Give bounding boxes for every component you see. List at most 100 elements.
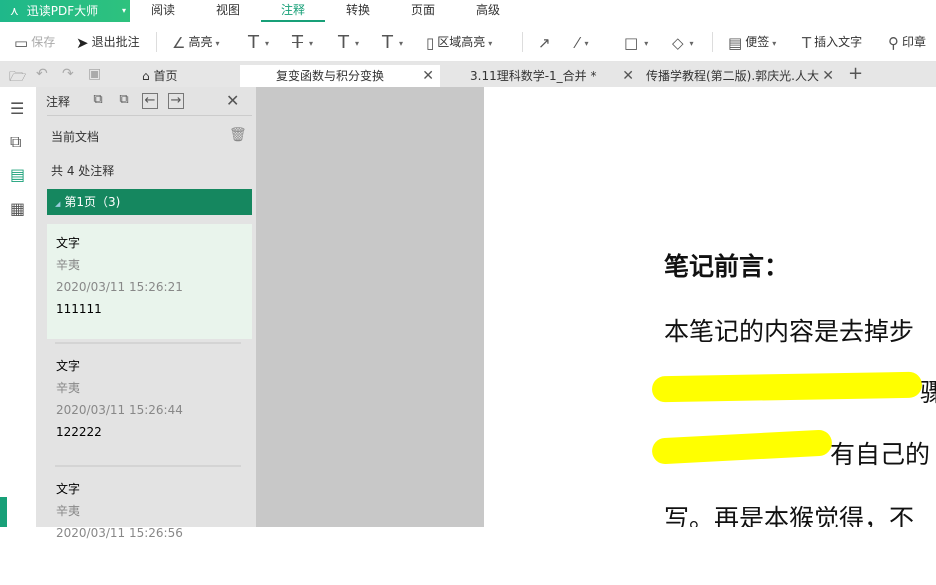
arrow-tool-button[interactable]: ↗	[538, 32, 554, 52]
document-line: 本笔记的内容是去掉步	[664, 317, 915, 346]
undo-icon[interactable]: ↶	[36, 66, 48, 82]
chevron-down-icon: ▾	[488, 39, 493, 48]
menu-tab-page[interactable]: 页面	[391, 0, 455, 22]
close-icon[interactable]: ✕	[822, 65, 834, 87]
redo-icon[interactable]: ↷	[62, 66, 74, 82]
collapse-all-icon[interactable]: ⧉	[116, 93, 132, 109]
document-heading: 笔记前言：	[664, 252, 790, 281]
panel-title: 注释	[46, 95, 71, 109]
document-background: 122222 111111 12222	[256, 87, 679, 527]
tab-label: 传播学教程(第二版).郭庆光.人大	[646, 69, 819, 83]
menu-tab-advanced[interactable]: 高级	[456, 0, 520, 22]
annotation-card[interactable]: 文字 辛夷 2020/03/11 15:26:21 111111	[47, 224, 252, 339]
eraser-tool-button[interactable]: ◇ ▾	[672, 32, 694, 52]
tab-document-1[interactable]: 复变函数与积分变换 ✕	[240, 65, 440, 87]
annotation-count: 共 4 处注释	[51, 164, 115, 178]
annotation-author: 辛夷	[56, 381, 81, 395]
app-logo-icon: ⋏	[10, 4, 19, 18]
save-icon[interactable]: ▣	[88, 66, 101, 82]
area-highlight-button[interactable]: ▯ 区域高亮 ▾	[426, 32, 492, 52]
cursor-icon: ➤	[76, 33, 89, 52]
thumbnails-icon[interactable]: ⧉	[10, 132, 21, 152]
divider	[156, 32, 157, 52]
current-document-label: 当前文档	[51, 130, 100, 144]
close-panel-icon[interactable]: ✕	[226, 91, 239, 110]
stamp-button[interactable]: ⚲ 印章	[888, 32, 926, 52]
annotation-panel: 注释 ⧉ ⧉ ← → ✕ 当前文档 🗑 共 4 处注释 ◢ 第1页（3) 文字 辛…	[36, 87, 256, 540]
menu-tab-annotate[interactable]: 注释	[261, 0, 325, 22]
outline-list-icon[interactable]: ☰	[10, 99, 24, 118]
save-icon: ▭	[14, 33, 29, 52]
exit-label: 退出批注	[91, 35, 140, 49]
menu-tab-read[interactable]: 阅读	[131, 0, 195, 22]
text-strike-icon: T	[292, 31, 303, 53]
tab-label: 复变函数与积分变换	[276, 69, 385, 83]
annotation-date: 2020/03/11 15:26:44	[56, 403, 183, 417]
highlight-mark[interactable]	[651, 429, 833, 465]
expand-all-icon[interactable]: ⧉	[90, 93, 106, 109]
rectangle-tool-button[interactable]: □ ▾	[624, 32, 648, 52]
divider	[712, 32, 713, 52]
annotation-card[interactable]: 文字 辛夷 2020/03/11 15:26:56	[47, 470, 252, 585]
squiggly-button[interactable]: T ▾	[338, 32, 359, 52]
close-icon[interactable]: ✕	[622, 65, 634, 87]
document-line: 骤	[920, 378, 936, 407]
underline-text-button[interactable]: T ▾	[248, 32, 269, 52]
save-button[interactable]: ▭ 保存	[14, 32, 55, 52]
comment-icon: ▤	[728, 33, 743, 52]
stamp-label: 印章	[902, 35, 927, 49]
new-tab-plus-icon[interactable]: +	[848, 63, 863, 84]
annotation-content: 122222	[56, 425, 102, 439]
side-icon-strip: ☰ ⧉ ▤ ▦	[0, 87, 36, 527]
annotation-author: 辛夷	[56, 258, 81, 272]
divider	[522, 32, 523, 52]
highlight-mark[interactable]	[651, 371, 923, 403]
tab-document-3[interactable]: 传播学教程(第二版).郭庆光.人大 ✕	[640, 65, 840, 87]
insert-text-button[interactable]: T 插入文字	[802, 32, 862, 52]
chevron-down-icon: ▾	[689, 39, 694, 48]
chevron-down-icon: ▾	[265, 39, 270, 48]
line-tool-button[interactable]: ⁄ ▾	[576, 32, 589, 52]
tab-label: 3.11理科数学-1_合并 *	[470, 69, 597, 83]
text-icon: T	[802, 33, 812, 52]
arrow-icon: ↗	[538, 33, 551, 52]
app-logo-menu[interactable]: ⋏ 迅读PDF大师 ▾	[0, 0, 130, 22]
trash-icon[interactable]: 🗑	[229, 127, 247, 143]
highlighter-icon: ∠	[172, 33, 186, 52]
stamp-icon: ⚲	[888, 33, 899, 52]
chevron-down-icon: ▾	[215, 39, 220, 48]
word-convert-icon[interactable]: ▦	[10, 199, 25, 218]
menu-tab-convert[interactable]: 转换	[326, 0, 390, 22]
document-line: 写。再是本猴觉得，不	[664, 504, 915, 527]
toolbar: ▭ 保存 ➤ 退出批注 ∠ 高亮 ▾ T ▾ T ▾ T ▾ T ▾ ▯ 区域高亮 ▾ ↗ ⁄ ▾ □…	[0, 22, 936, 62]
divider	[55, 465, 241, 467]
sticky-note-button[interactable]: ▤ 便签 ▾	[728, 32, 776, 52]
area-highlight-label: 区域高亮	[437, 35, 486, 49]
eraser-icon: ◇	[672, 33, 684, 52]
annotations-comment-icon[interactable]: ▤	[10, 165, 25, 184]
annotation-type: 文字	[56, 482, 81, 496]
tab-document-2[interactable]: 3.11理科数学-1_合并 * ✕	[440, 65, 640, 87]
insert-caret-button[interactable]: T ▾	[382, 32, 403, 52]
tab-home[interactable]: ⌂ 首页	[142, 65, 177, 87]
next-annotation-icon[interactable]: →	[168, 93, 184, 109]
annotation-card[interactable]: 文字 辛夷 2020/03/11 15:26:44 122222	[47, 347, 252, 462]
highlight-button[interactable]: ∠ 高亮 ▾	[172, 32, 219, 52]
chevron-down-icon: ▾	[309, 39, 314, 48]
text-caret-icon: T	[382, 31, 393, 53]
chevron-down-icon: ▾	[644, 39, 649, 48]
menu-tab-view[interactable]: 视图	[196, 0, 260, 22]
tab-bar: 🗁 ↶ ↷ ▣ ⌂ 首页 复变函数与积分变换 ✕ 3.11理科数学-1_合并 * ✕…	[0, 62, 936, 87]
annotation-type: 文字	[56, 236, 81, 250]
close-icon[interactable]: ✕	[422, 65, 434, 87]
app-name: 迅读PDF大师	[26, 4, 99, 18]
chevron-down-icon: ▾	[584, 39, 589, 48]
chevron-down-icon: ▾	[121, 6, 126, 15]
document-icon: ▯	[426, 33, 435, 52]
exit-annotation-button[interactable]: ➤ 退出批注	[76, 32, 140, 52]
page-group-header[interactable]: ◢ 第1页（3)	[47, 189, 252, 215]
annotation-date: 2020/03/11 15:26:56	[56, 526, 183, 540]
strikethrough-button[interactable]: T ▾	[292, 32, 313, 52]
annotation-date: 2020/03/11 15:26:21	[56, 280, 183, 294]
prev-annotation-icon[interactable]: ←	[142, 93, 158, 109]
